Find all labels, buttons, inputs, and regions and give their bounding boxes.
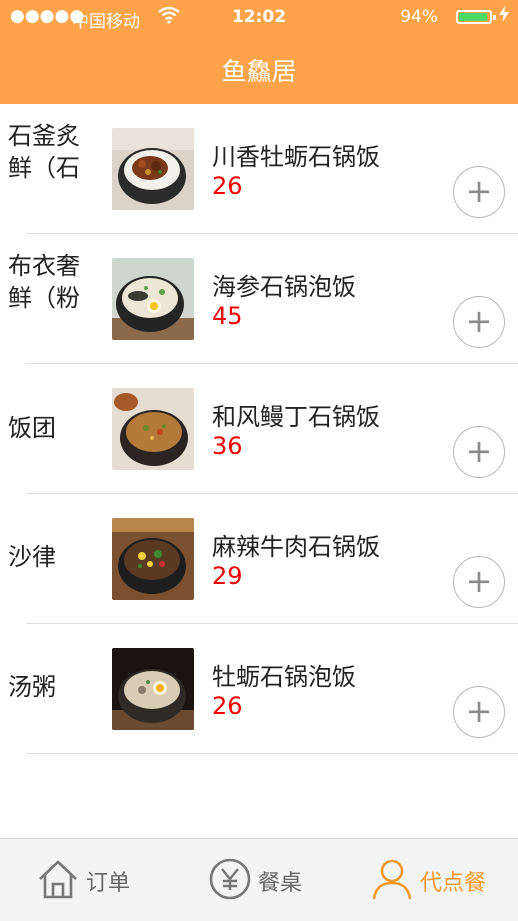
dish-photo	[112, 258, 194, 340]
category-sidebar: 石釜炙鲜（石 布衣奢鲜（粉 饭团 沙律 汤粥	[0, 104, 96, 838]
add-to-order-button[interactable]: +	[453, 166, 505, 218]
tab-label: 餐桌	[258, 871, 303, 896]
menu-item: 麻辣牛肉石锅饭 29 +	[26, 494, 518, 624]
tab-label: 订单	[86, 871, 131, 896]
dish-photo	[112, 388, 194, 470]
tab-label: 代点餐	[420, 871, 487, 896]
battery-percent: 94%	[400, 7, 438, 27]
add-to-order-button[interactable]: +	[453, 556, 505, 608]
tab-bar: 订单 餐桌 代点餐	[0, 838, 518, 921]
dish-name: 川香牡蛎石锅饭	[212, 143, 380, 171]
add-to-order-button[interactable]: +	[453, 686, 505, 738]
tab-order-for-customer[interactable]: 代点餐	[370, 855, 500, 903]
menu-item: 和风鳗丁石锅饭 36 +	[26, 364, 518, 494]
tab-tables[interactable]: 餐桌	[208, 855, 318, 903]
menu-item: 牡蛎石锅泡饭 26 +	[26, 624, 518, 754]
dish-photo	[112, 518, 194, 600]
category-item-tangzhou[interactable]: 汤粥	[8, 671, 88, 703]
add-to-order-button[interactable]: +	[453, 296, 505, 348]
dish-photo	[112, 128, 194, 210]
status-time: 12:02	[231, 7, 287, 27]
yen-icon	[208, 857, 252, 905]
dish-name: 和风鳗丁石锅饭	[212, 403, 380, 431]
divider	[26, 753, 518, 754]
battery-level-fill	[459, 13, 487, 21]
dish-price: 45	[212, 302, 243, 330]
category-item-fantuan[interactable]: 饭团	[8, 412, 88, 444]
dish-price: 29	[212, 562, 243, 590]
dish-price: 36	[212, 432, 243, 460]
category-item-shalv[interactable]: 沙律	[8, 541, 88, 573]
menu-list: 川香牡蛎石锅饭 26 + 海参石锅泡饭 45 + 和风鳗丁石锅饭 36 + 麻辣…	[26, 104, 518, 838]
header-bar: ●●●●● 中国移动 12:02 94% 鱼鱻居	[0, 0, 518, 104]
tab-orders[interactable]: 订单	[36, 855, 146, 903]
category-item-buyi[interactable]: 布衣奢鲜（粉	[8, 250, 88, 314]
home-icon	[36, 857, 80, 905]
dish-price: 26	[212, 172, 243, 200]
menu-item: 海参石锅泡饭 45 +	[26, 234, 518, 364]
battery-icon	[456, 10, 496, 24]
user-icon	[370, 857, 414, 905]
add-to-order-button[interactable]: +	[453, 426, 505, 478]
page-title: 鱼鱻居	[221, 57, 297, 86]
charging-bolt-icon	[499, 6, 509, 26]
dish-photo	[112, 648, 194, 730]
dish-price: 26	[212, 692, 243, 720]
dish-name: 海参石锅泡饭	[212, 273, 356, 301]
status-bar: ●●●●● 中国移动 12:02 94%	[0, 0, 518, 36]
dish-name: 麻辣牛肉石锅饭	[212, 533, 380, 561]
menu-item: 川香牡蛎石锅饭 26 +	[26, 104, 518, 234]
category-item-shifu[interactable]: 石釜炙鲜（石	[8, 120, 88, 184]
dish-name: 牡蛎石锅泡饭	[212, 663, 356, 691]
